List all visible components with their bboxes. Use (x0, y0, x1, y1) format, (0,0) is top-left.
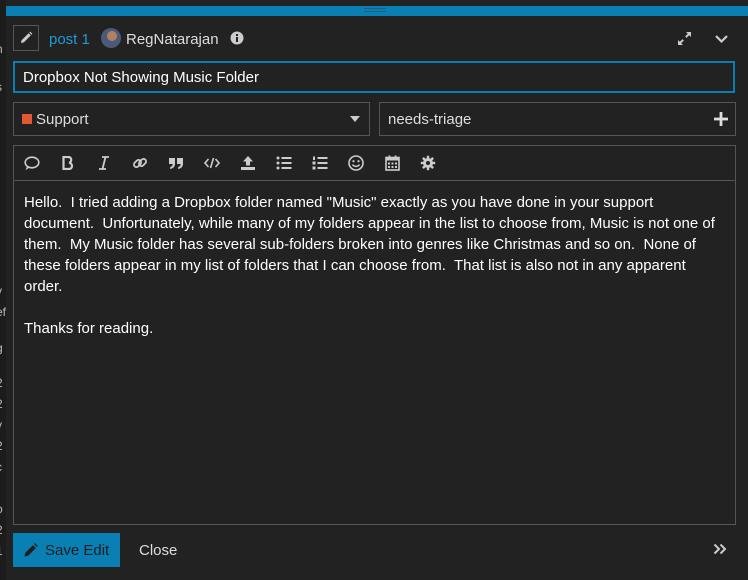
plus-icon[interactable] (713, 111, 729, 127)
topic-title-input[interactable] (13, 61, 735, 93)
chevron-down-icon[interactable] (714, 31, 729, 46)
category-dropdown[interactable]: Support (13, 102, 370, 136)
close-button[interactable]: Close (139, 542, 177, 559)
post-link[interactable]: post 1 (49, 31, 90, 48)
tag-chooser[interactable]: needs-triage (379, 102, 736, 136)
post-editor: Hello. I tried adding a Dropbox folder n… (13, 145, 736, 525)
double-chevron-right-icon[interactable] (713, 543, 727, 555)
editor-toolbar (14, 146, 735, 181)
category-color-swatch (22, 114, 32, 124)
bg-fragment: 2 (0, 523, 3, 537)
bg-fragment: n (0, 42, 3, 56)
bg-fragment: o (0, 502, 3, 516)
gear-icon[interactable] (419, 154, 437, 172)
numbered-list-icon[interactable] (311, 154, 329, 172)
bg-fragment: g (0, 341, 3, 355)
bg-fragment: 1 (0, 544, 3, 558)
quote-icon[interactable] (23, 154, 41, 172)
bg-fragment: c (0, 460, 2, 474)
composer-panel: post 1 RegNatarajan Support needs-triage (6, 0, 748, 580)
bg-fragment: 2 (0, 376, 3, 390)
emoji-icon[interactable] (347, 154, 365, 172)
info-icon[interactable] (230, 31, 244, 45)
bg-fragment: s (0, 80, 2, 94)
save-edit-label: Save Edit (45, 541, 110, 559)
pencil-icon (21, 31, 33, 43)
upload-icon[interactable] (239, 154, 257, 172)
bg-fragment: 2 (0, 439, 3, 453)
fullscreen-icon[interactable] (677, 31, 692, 46)
bullet-list-icon[interactable] (275, 154, 293, 172)
category-label: Support (36, 111, 89, 128)
bg-fragment: y (0, 418, 2, 432)
username[interactable]: RegNatarajan (126, 31, 219, 48)
pencil-icon (24, 542, 38, 556)
blockquote-icon[interactable] (167, 154, 185, 172)
caret-down-icon (350, 116, 360, 122)
post-body-text[interactable]: Hello. I tried adding a Dropbox folder n… (24, 192, 726, 339)
tag-value: needs-triage (388, 111, 472, 128)
bg-fragment: 2 (0, 397, 3, 411)
save-edit-button[interactable]: Save Edit (13, 533, 120, 567)
link-icon[interactable] (131, 154, 149, 172)
bg-fragment: y (0, 284, 2, 298)
calendar-icon[interactable] (383, 154, 401, 172)
italic-icon[interactable] (95, 154, 113, 172)
edit-mode-button[interactable] (13, 25, 39, 51)
avatar[interactable] (101, 28, 121, 48)
composer-resize-bar[interactable] (6, 6, 748, 16)
composer-header: post 1 RegNatarajan (6, 24, 748, 54)
code-icon[interactable] (203, 154, 221, 172)
bold-icon[interactable] (59, 154, 77, 172)
grip-handle-icon[interactable] (364, 8, 386, 14)
